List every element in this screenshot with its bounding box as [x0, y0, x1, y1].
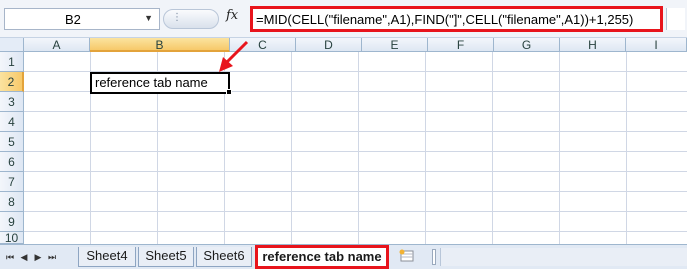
fill-handle[interactable]	[226, 89, 232, 95]
row-header-6[interactable]: 6	[0, 152, 24, 172]
column-header-g[interactable]: G	[494, 38, 560, 52]
horizontal-scrollbar[interactable]	[440, 248, 687, 266]
tab-split-handle[interactable]	[432, 249, 436, 265]
formula-bar: B2 ▼ ⋮ fx =MID(CELL("filename",A1),FIND(…	[0, 0, 687, 38]
last-sheet-icon[interactable]: ⏭	[46, 248, 58, 266]
tab-sheet5[interactable]: Sheet5	[138, 247, 194, 267]
insert-worksheet-icon[interactable]	[397, 249, 417, 265]
insert-function-icon[interactable]: fx	[226, 8, 238, 23]
worksheet-grid: A B C D E F G H I 1 2 3 4 5 6 7 8 9 10 r…	[0, 38, 687, 244]
row-header-10[interactable]: 10	[0, 232, 24, 244]
next-sheet-icon[interactable]: ▶	[32, 248, 44, 266]
grip-icon: ⋮	[172, 12, 182, 23]
row-header-2[interactable]: 2	[0, 72, 24, 92]
column-header-e[interactable]: E	[362, 38, 428, 52]
row-header-7[interactable]: 7	[0, 172, 24, 192]
formula-text: =MID(CELL("filename",A1),FIND("]",CELL("…	[256, 12, 634, 27]
row-header-5[interactable]: 5	[0, 132, 24, 152]
column-header-a[interactable]: A	[24, 38, 90, 52]
formula-input[interactable]: =MID(CELL("filename",A1),FIND("]",CELL("…	[250, 6, 663, 32]
name-box-dropdown-icon[interactable]: ▼	[144, 13, 153, 23]
formula-bar-expand-button[interactable]	[666, 8, 685, 30]
column-header-f[interactable]: F	[428, 38, 494, 52]
row-header-3[interactable]: 3	[0, 92, 24, 112]
sheet-tab-bar: ⏮ ◀ ▶ ⏭ Sheet4 Sheet5 Sheet6 reference t…	[0, 244, 687, 269]
tab-sheet6[interactable]: Sheet6	[196, 247, 252, 267]
column-header-i[interactable]: I	[626, 38, 687, 52]
formula-bar-resize-grip[interactable]: ⋮	[163, 9, 219, 29]
column-header-h[interactable]: H	[560, 38, 626, 52]
cell-b2-value: reference tab name	[95, 75, 208, 90]
active-cell-b2[interactable]: reference tab name	[90, 72, 230, 94]
column-header-c[interactable]: C	[230, 38, 296, 52]
column-header-d[interactable]: D	[296, 38, 362, 52]
row-header-9[interactable]: 9	[0, 212, 24, 232]
select-all-button[interactable]	[0, 38, 24, 52]
column-header-b[interactable]: B	[90, 38, 230, 52]
tab-sheet4[interactable]: Sheet4	[78, 247, 136, 267]
name-box[interactable]: B2 ▼	[4, 8, 160, 30]
previous-sheet-icon[interactable]: ◀	[18, 248, 30, 266]
tab-reference-tab-name[interactable]: reference tab name	[255, 245, 389, 269]
name-box-value: B2	[65, 12, 81, 27]
first-sheet-icon[interactable]: ⏮	[4, 248, 16, 266]
row-header-8[interactable]: 8	[0, 192, 24, 212]
row-header-4[interactable]: 4	[0, 112, 24, 132]
row-header-1[interactable]: 1	[0, 52, 24, 72]
